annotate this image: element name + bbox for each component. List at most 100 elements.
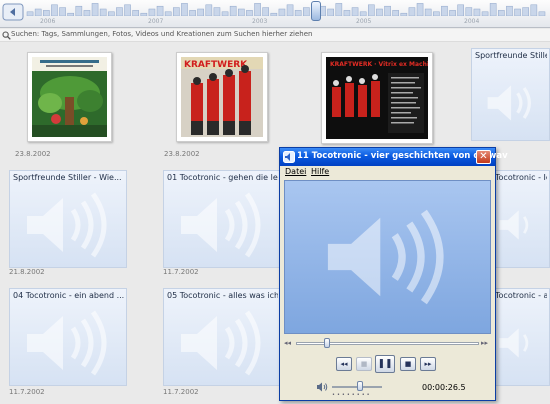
timeline-bar [189,10,196,16]
timeline-bar [99,8,107,16]
media-title: Tocotronic - Ich [495,173,547,182]
media-tile-audio[interactable]: 04 Tocotronic - ein abend ... 11.7.2002 [9,288,127,396]
timeline-bar [43,10,50,16]
speaker-icon [181,310,261,376]
volume-handle[interactable] [357,381,363,391]
timeline-bar [213,7,221,16]
seek-forward-icon[interactable]: ▸▸ [481,339,488,347]
media-date: 23.8.2002 [15,150,51,158]
timeline-bar [286,4,294,16]
album-cover-vitrix: KRAFTWERK · Vitrix ex Machina [326,57,428,139]
media-tile-audio[interactable]: Tocotronic - Ich [491,170,550,268]
speaker-icon [27,310,107,376]
timeline-bar [75,5,83,16]
search-hint: Suchen: Tags, Sammlungen, Fotos, Videos … [11,30,313,38]
timeline-bar [164,11,172,16]
timeline-bar [132,10,139,16]
speaker-icon [487,85,531,121]
timeline-bar [424,8,432,16]
speaker-icon [181,192,261,258]
timeline-bar [205,4,213,16]
volume-row: •••••••• 00:00:26.5 [280,378,495,398]
timeline-bar [294,10,302,16]
timeline-bar [514,8,521,16]
close-button[interactable]: ✕ [476,150,491,164]
timeline-bar [522,7,529,16]
media-date: 23.8.2002 [164,150,200,158]
timeline-slider-handle[interactable] [311,1,321,21]
timeline-bar [148,8,156,16]
volume-icon[interactable] [316,381,328,393]
seek-back-icon[interactable]: ◂◂ [284,339,291,347]
search-bar[interactable]: Suchen: Tags, Sammlungen, Fotos, Videos … [0,29,550,42]
media-title: 05 Tocotronic - alles was ich... [167,291,278,300]
rewind-button[interactable]: ■ [356,357,372,371]
timeline-bar [530,4,538,16]
timeline-bar [481,11,489,16]
next-button[interactable]: ▸▸ [420,357,436,371]
timeline-bar [181,3,188,16]
timeline-bar [156,5,164,16]
media-title: Sportfreunde Stiller [475,51,547,60]
menu-help[interactable]: Hilfe [311,167,329,176]
media-player-window[interactable]: 11 Tocotronic - vier geschichten von dir… [279,147,508,401]
timeline-bar [392,10,399,16]
timeline-bar [197,8,204,16]
seek-handle[interactable] [324,338,330,348]
timeline-bar [465,7,473,16]
media-title: 01 Tocotronic - gehen die leu... [167,173,278,182]
speaker-icon [499,210,529,240]
media-player-icon [283,151,295,163]
timeline[interactable]: 2006 2007 2003 2005 2004 [0,0,550,28]
seek-bar[interactable]: ◂◂ ▸▸ [284,338,491,348]
timeline-bar [376,8,383,16]
timeline-bar [449,10,456,16]
timeline-bar [140,12,148,16]
pause-button[interactable]: ❚❚ [375,355,395,373]
player-video-area [284,180,491,334]
timeline-bar [506,5,513,16]
timeline-bar [441,5,448,16]
timeline-bar [67,12,74,16]
player-titlebar[interactable]: 11 Tocotronic - vier geschichten von dir… [280,148,508,166]
svg-text:KRAFTWERK: KRAFTWERK [184,60,248,70]
media-tile-album-kraftwerk[interactable]: KRAFTWERK 23.8.2002 [164,52,268,158]
timeline-bar [59,7,66,16]
media-date: 11.7.2002 [163,268,199,276]
media-date: 21.8.2002 [9,268,45,276]
media-tile-album-vitrix[interactable]: KRAFTWERK · Vitrix ex Machina [321,52,433,144]
timeline-histogram[interactable] [26,2,546,16]
timeline-years: 2006 2007 2003 2005 2004 [0,18,550,27]
timeline-bar [238,8,245,16]
timeline-bar [416,3,424,16]
timeline-year: 2004 [464,18,480,25]
volume-ticks: •••••••• [332,392,372,398]
media-tile-audio[interactable]: Tocotronic - auf c [491,288,550,386]
media-date: 11.7.2002 [163,388,199,396]
timeline-year: 2005 [356,18,372,25]
timeline-bar [489,3,497,16]
media-tile-audio[interactable]: Sportfreunde Stiller - Wie... 21.8.2002 [9,170,127,276]
media-tile-audio[interactable]: Sportfreunde Stiller [471,48,550,141]
timeline-bar [335,3,343,16]
player-menubar: Datei Hilfe [280,166,495,179]
timeline-bar [34,8,42,16]
timeline-bar [246,10,253,16]
timeline-bar [473,8,481,16]
timeline-bar [116,7,123,16]
timeline-bar [538,11,546,16]
timeline-bar [91,3,99,16]
menu-file[interactable]: Datei [285,167,306,176]
media-tile-audio[interactable]: 01 Tocotronic - gehen die leu... 11.7.20… [163,170,281,276]
media-date: 11.7.2002 [9,388,45,396]
timeline-year: 2007 [148,18,164,25]
timeline-bar [303,7,310,16]
timeline-bar [457,4,464,16]
previous-button[interactable]: ◂◂ [336,357,352,371]
timeline-year: 2003 [252,18,268,25]
timeline-bar [359,11,367,16]
timeline-bar [108,11,115,16]
stop-button[interactable]: ■ [400,357,416,371]
speaker-icon [27,192,107,258]
media-tile-audio[interactable]: 05 Tocotronic - alles was ich... 11.7.20… [163,288,281,396]
